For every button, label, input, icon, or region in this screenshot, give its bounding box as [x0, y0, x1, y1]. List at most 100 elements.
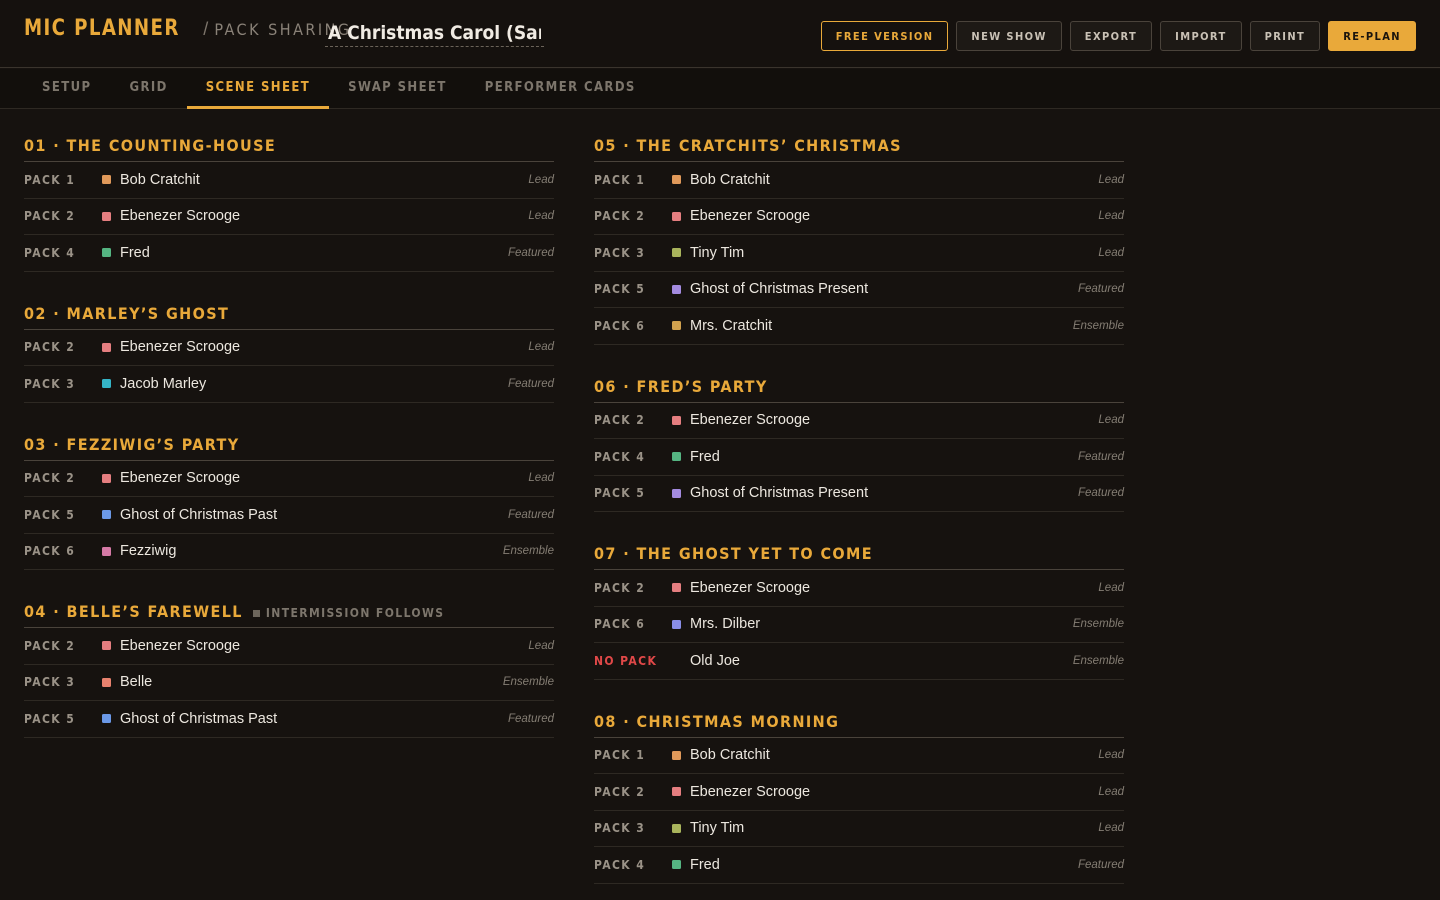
scene-row[interactable]: PACK 3 Belle Ensemble	[24, 665, 554, 701]
tab-grid[interactable]: GRID	[110, 69, 186, 109]
pack-label: PACK 2	[24, 209, 76, 224]
role-color-swatch	[102, 342, 111, 352]
role-tier: Ensemble	[502, 676, 554, 689]
no-pack-label: NO PACK	[594, 653, 658, 668]
role-name: Fred	[120, 244, 150, 261]
scene-row[interactable]: PACK 2 Ebenezer Scrooge Lead	[594, 199, 1124, 235]
tab-setup[interactable]: SETUP	[23, 69, 110, 109]
role-color-swatch	[672, 175, 681, 185]
scene-row[interactable]: PACK 6 Mrs. Cratchit Ensemble	[594, 308, 1124, 345]
scene-row[interactable]: NO PACK Old Joe Ensemble	[594, 643, 1124, 680]
scene-row[interactable]: PACK 1 Bob Cratchit Lead	[594, 738, 1124, 774]
role-name: Ghost of Christmas Present	[690, 281, 869, 298]
scene-row[interactable]: PACK 4 Fred Featured	[594, 439, 1124, 476]
role-name: Ghost of Christmas Present	[690, 485, 869, 502]
role-color-swatch	[672, 750, 681, 760]
scene-03-fezziwig-s-party: 03 · FEZZIWIG’S PARTY PACK 2 Ebenezer Scro…	[24, 429, 554, 570]
scene-row[interactable]: PACK 2 Ebenezer Scrooge Lead	[594, 774, 1124, 811]
replan-button[interactable]: RE-PLAN	[1328, 21, 1416, 51]
scene-row[interactable]: PACK 5 Ghost of Christmas Past Featured	[24, 701, 554, 738]
role-color-swatch	[102, 641, 111, 651]
role-tier: Featured	[1077, 283, 1124, 296]
scene-row[interactable]: PACK 6 Fezziwig Ensemble	[24, 534, 554, 570]
role-name: Ebenezer Scrooge	[690, 783, 811, 800]
pack-label: PACK 4	[594, 449, 646, 464]
tab-swap-sheet[interactable]: SWAP SHEET	[329, 69, 466, 109]
scene-row[interactable]: PACK 1 Bob Cratchit Lead	[594, 162, 1124, 199]
role-tier: Lead	[528, 341, 554, 354]
scene-row[interactable]: PACK 2 Ebenezer Scrooge Lead	[24, 461, 554, 497]
scene-header: 07 · THE GHOST YET TO COME	[594, 538, 1124, 570]
scene-title: 08 · CHRISTMAS MORNING	[594, 711, 840, 731]
role-tier: Lead	[1098, 749, 1124, 762]
import-button[interactable]: IMPORT	[1160, 21, 1242, 51]
free-version-button[interactable]: FREE VERSION	[820, 21, 949, 51]
pack-label: PACK 3	[24, 376, 76, 391]
scene-04-belle-s-farewell: 04 · BELLE’S FAREWELL INTERMISSION FOLLOW…	[24, 596, 554, 738]
scene-row[interactable]: PACK 4 Fred Featured	[594, 847, 1124, 884]
scene-row[interactable]: PACK 5 Ghost of Christmas Past Featured	[24, 497, 554, 534]
role-name: Ghost of Christmas Past	[120, 710, 278, 727]
tab-performer-cards[interactable]: PERFORMER CARDS	[466, 69, 655, 109]
role-color-swatch	[102, 677, 111, 687]
scene-title: 01 · THE COUNTING-HOUSE	[24, 136, 277, 155]
new-show-button[interactable]: NEW SHOW	[956, 21, 1062, 51]
pack-label: PACK 2	[594, 580, 646, 595]
role-name: Bob Cratchit	[690, 171, 770, 188]
app-logo-text: MIC PLANNER	[24, 16, 180, 41]
print-button[interactable]: PRINT	[1249, 21, 1321, 51]
tab-scene-sheet[interactable]: SCENE SHEET	[186, 69, 330, 109]
scene-row[interactable]: PACK 5 Ghost of Christmas Present Featured	[594, 272, 1124, 308]
scene-row[interactable]: PACK 2 Ebenezer Scrooge Lead	[24, 628, 554, 665]
role-color-swatch	[102, 175, 111, 185]
scene-title: 02 · MARLEY’S GHOST	[24, 303, 230, 323]
scene-row[interactable]: PACK 2 Ebenezer Scrooge Lead	[594, 403, 1124, 439]
scene-row[interactable]: PACK 3 Jacob Marley Featured	[24, 366, 554, 403]
pack-label: PACK 1	[594, 172, 646, 187]
scene-row[interactable]: PACK 4 Fred Featured	[24, 235, 554, 272]
role-name: Ebenezer Scrooge	[690, 412, 811, 429]
intermission-square-icon	[252, 609, 260, 617]
pack-label: PACK 5	[594, 486, 646, 501]
scene-row[interactable]: PACK 1 Bob Cratchit Lead	[24, 162, 554, 199]
role-name: Tiny Tim	[690, 820, 745, 837]
role-name: Ebenezer Scrooge	[120, 208, 241, 225]
tab-bar: SETUP GRID SCENE SHEET SWAP SHEET PERFORMER …	[0, 69, 1440, 109]
scene-header: 08 · CHRISTMAS MORNING	[594, 706, 1124, 738]
app-header: MIC PLANNER / PACK SHARING FREE VERSION …	[0, 0, 1440, 68]
role-name: Mrs. Dilber	[690, 616, 761, 633]
role-name: Bob Cratchit	[690, 747, 770, 764]
role-tier: Featured	[1077, 858, 1124, 871]
role-name: Ebenezer Scrooge	[120, 637, 241, 654]
scene-row[interactable]: PACK 3 Tiny Tim Lead	[594, 235, 1124, 272]
scene-header: 03 · FEZZIWIG’S PARTY	[24, 429, 554, 461]
role-name: Ghost of Christmas Past	[120, 506, 278, 523]
pack-label: PACK 6	[594, 318, 646, 333]
scene-title: 04 · BELLE’S FAREWELL	[24, 602, 243, 621]
role-tier: Lead	[1098, 246, 1124, 259]
scene-header: 04 · BELLE’S FAREWELL INTERMISSION FOLLOW…	[24, 596, 554, 628]
role-name: Ebenezer Scrooge	[690, 208, 811, 225]
pack-label: PACK 3	[24, 675, 76, 690]
scene-row[interactable]: PACK 6 Mrs. Dilber Ensemble	[594, 607, 1124, 643]
scene-row[interactable]: PACK 2 Ebenezer Scrooge Lead	[594, 570, 1124, 607]
scene-row[interactable]: PACK 3 Tiny Tim Lead	[594, 811, 1124, 847]
role-color-swatch	[102, 546, 111, 556]
scene-row[interactable]: PACK 5 Ghost of Christmas Present Featured	[594, 476, 1124, 512]
scene-header: 05 · THE CRATCHITS’ CHRISTMAS	[594, 130, 1124, 162]
pack-label: PACK 2	[594, 784, 646, 799]
pack-label: PACK 4	[24, 245, 76, 260]
scene-row[interactable]: PACK 2 Ebenezer Scrooge Lead	[24, 330, 554, 366]
pack-label: PACK 2	[24, 340, 76, 355]
scene-02-marley-s-ghost: 02 · MARLEY’S GHOST PACK 2 Ebenezer Scroog…	[24, 298, 554, 403]
scene-row[interactable]: PACK 2 Ebenezer Scrooge Lead	[24, 199, 554, 235]
role-color-swatch	[672, 619, 681, 629]
role-color-swatch	[672, 248, 681, 258]
export-button[interactable]: EXPORT	[1069, 21, 1153, 51]
role-tier: Featured	[507, 377, 554, 390]
scene-06-fred-s-party: 06 · FRED’S PARTY PACK 2 Ebenezer Scrooge L…	[594, 371, 1124, 512]
role-tier: Ensemble	[1072, 319, 1124, 332]
role-color-swatch	[672, 284, 681, 294]
role-color-swatch	[102, 473, 111, 483]
show-title-input[interactable]	[325, 19, 544, 47]
